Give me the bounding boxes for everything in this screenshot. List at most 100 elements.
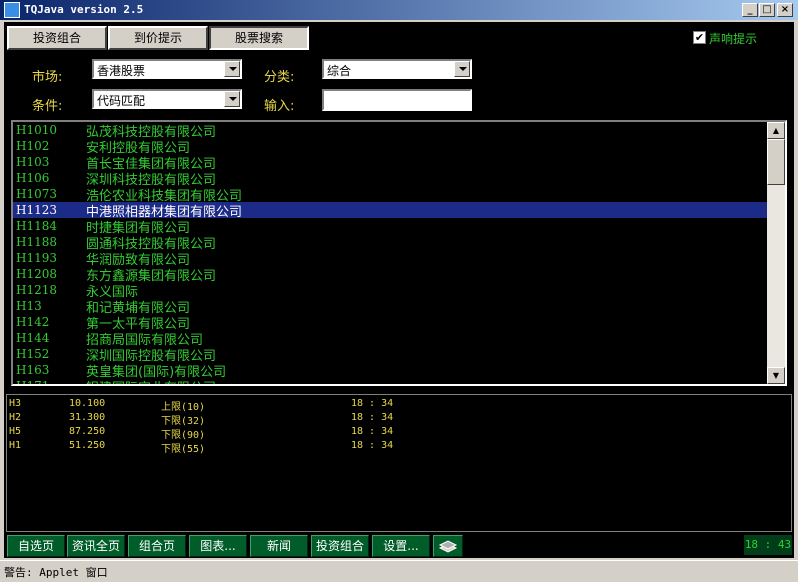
nav-investment-portfolio-button[interactable]: 投资组合 [311,535,369,557]
stock-code: H144 [16,331,50,345]
maximize-button[interactable]: □ [759,3,775,17]
market-label: 市场: [32,70,63,85]
close-button[interactable]: × [777,3,793,17]
market-value: 香港股票 [97,64,146,78]
stock-row[interactable]: H1010 弘茂科技控股有限公司 [13,122,767,140]
alert-time: 18 : 34 [351,440,394,451]
stock-code: H13 [16,299,42,313]
alert-cond: 下限(32) [161,416,206,427]
sound-alert-label: 声响提示 [709,32,758,46]
stock-code: H1218 [16,283,58,297]
alert-row: H3 10.100 上限(10) 18 : 34 [7,398,787,413]
stock-code: H1073 [16,187,58,201]
condition-select[interactable]: 代码匹配 [92,89,242,109]
category-value: 综合 [327,64,352,78]
stock-code: H1208 [16,267,58,281]
price-alert-panel: H3 10.100 上限(10) 18 : 34 H2 31.300 下限(32) 18 : … [6,394,792,532]
stock-code: H102 [16,139,50,153]
applet-area: 投资组合 到价提示 股票搜索 ✔ 声响提示 市场: 香港股票 分类: 综合 条件… [4,22,794,558]
stock-row[interactable]: H144 招商局国际有限公司 [13,330,767,348]
alert-price: 31.300 [69,412,106,423]
nav-news-full-button[interactable]: 资讯全页 [67,535,125,557]
stock-code: H152 [16,347,50,361]
stock-row[interactable]: H163 英皇集团(国际)有限公司 [13,362,767,380]
category-label: 分类: [264,70,295,85]
scroll-thumb[interactable] [767,139,785,185]
alert-price: 87.250 [69,426,106,437]
stock-row[interactable]: H1188 圆通科技控股有限公司 [13,234,767,252]
alert-code: H1 [9,440,22,451]
stock-code: H1123 [16,203,58,217]
stock-row[interactable]: H106 深圳科技控股有限公司 [13,170,767,188]
nav-news-button[interactable]: 新闻 [250,535,308,557]
title-bar: TQJava version 2.5 _ □ × [0,0,798,20]
stock-row[interactable]: H103 首长宝佳集团有限公司 [13,154,767,172]
bottom-nav: 自选页 资讯全页 组合页 图表... 新闻 投资组合 设置... 18 : 43 [4,534,794,558]
alert-price: 51.250 [69,440,106,451]
sound-alert-checkbox[interactable]: ✔ [693,31,706,44]
stock-row[interactable]: H1218 永义国际 [13,282,767,300]
condition-label: 条件: [32,99,63,114]
alert-time: 18 : 34 [351,412,394,423]
window-title: TQJava version 2.5 [24,3,144,16]
stock-row[interactable]: H1208 东方鑫源集团有限公司 [13,266,767,284]
stock-row[interactable]: H102 安利控股有限公司 [13,138,767,156]
minimize-button[interactable]: _ [742,3,758,17]
alert-cond: 下限(55) [161,444,206,455]
nav-settings-button[interactable]: 设置... [372,535,430,557]
search-input[interactable] [322,89,472,111]
market-select[interactable]: 香港股票 [92,59,242,79]
alert-time: 18 : 34 [351,398,394,409]
stock-row[interactable]: H142 第一太平有限公司 [13,314,767,332]
stock-code: H103 [16,155,50,169]
vertical-scrollbar[interactable]: ▲ ▼ [767,122,785,384]
nav-portfolio-page-button[interactable]: 组合页 [128,535,186,557]
status-bar: 警告: Applet 窗口 [0,560,798,582]
stack-icon [438,540,458,553]
stock-code: H1010 [16,123,58,137]
nav-stack-button[interactable] [433,535,463,557]
alert-price: 10.100 [69,398,106,409]
nav-watchlist-button[interactable]: 自选页 [7,535,65,557]
clock: 18 : 43 [744,535,792,555]
input-label: 输入: [264,99,295,114]
app-icon [4,2,20,18]
alert-cond: 上限(10) [161,402,206,413]
nav-chart-button[interactable]: 图表... [189,535,247,557]
alert-cond: 下限(90) [161,430,206,441]
status-text: 警告: Applet 窗口 [4,566,108,579]
stock-row[interactable]: H171 银建国际实业有限公司 [13,377,767,386]
stock-row[interactable]: H1193 华润励致有限公司 [13,250,767,268]
condition-value: 代码匹配 [97,94,146,108]
scroll-up-icon[interactable]: ▲ [767,122,785,139]
stock-list[interactable]: H1010 弘茂科技控股有限公司 H102 安利控股有限公司 H103 首长宝佳集团有限公… [11,120,787,386]
tab-portfolio[interactable]: 投资组合 [7,26,107,50]
stock-code: H106 [16,171,50,185]
stock-name: 银建国际实业有限公司 [86,377,216,384]
tab-price-alert[interactable]: 到价提示 [108,26,208,50]
stock-code: H1188 [16,235,58,249]
stock-code: H142 [16,315,50,329]
alert-code: H3 [9,398,22,409]
scroll-down-icon[interactable]: ▼ [767,367,785,384]
chevron-down-icon[interactable] [454,61,470,77]
category-select[interactable]: 综合 [322,59,472,79]
alert-row: H5 87.250 下限(90) 18 : 34 [7,426,787,441]
chevron-down-icon[interactable] [224,91,240,107]
alert-row: H1 51.250 下限(55) 18 : 34 [7,440,787,455]
stock-row[interactable]: H1184 时捷集团有限公司 [13,218,767,236]
stock-row[interactable]: H1073 浩伦农业科技集团有限公司 [13,186,767,204]
alert-time: 18 : 34 [351,426,394,437]
stock-code: H1193 [16,251,58,265]
stock-code: H163 [16,363,50,377]
stock-code: H1184 [16,219,58,233]
alert-code: H2 [9,412,22,423]
alert-code: H5 [9,426,22,437]
stock-code: H171 [16,379,50,386]
stock-row[interactable]: H13 和记黄埔有限公司 [13,298,767,316]
tab-stock-search[interactable]: 股票搜索 [209,26,309,50]
stock-row[interactable]: H1123 中港照相器材集团有限公司 [13,202,767,220]
stock-row[interactable]: H152 深圳国际控股有限公司 [13,346,767,364]
alert-row: H2 31.300 下限(32) 18 : 34 [7,412,787,427]
chevron-down-icon[interactable] [224,61,240,77]
